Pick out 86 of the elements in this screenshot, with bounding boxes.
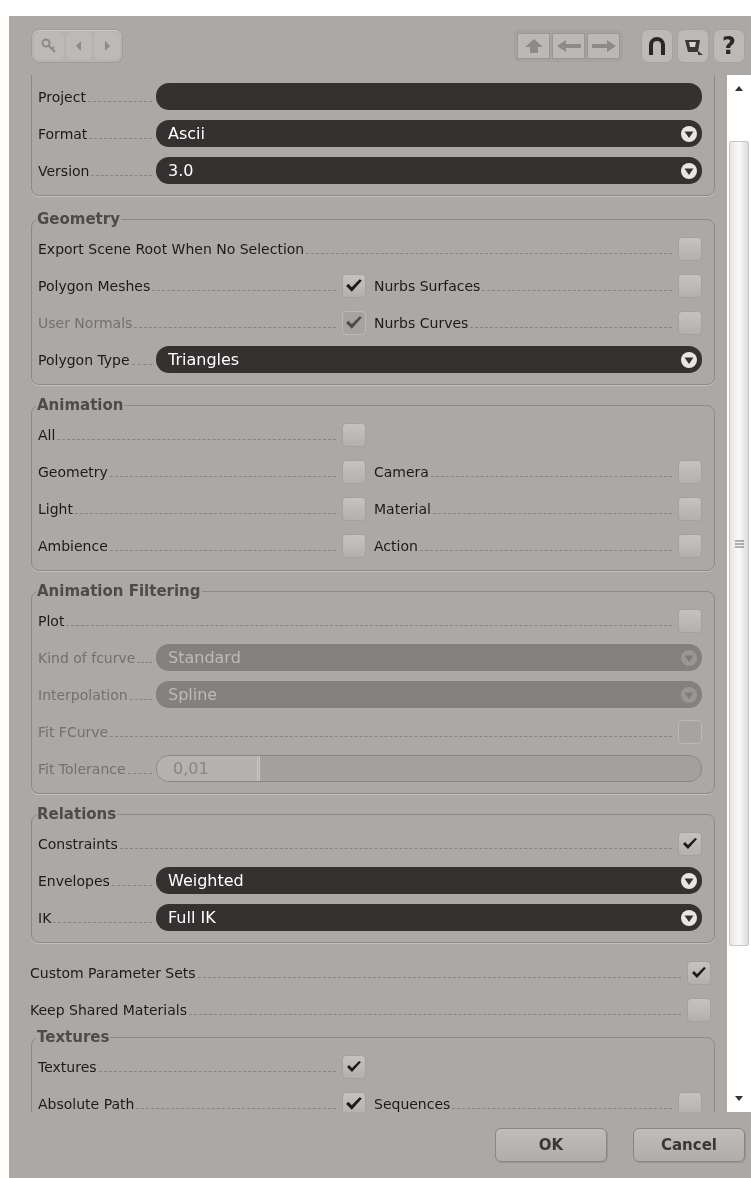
group-title: Textures	[36, 1028, 111, 1046]
group-title: Animation	[36, 396, 125, 414]
option-label: Constraints	[38, 835, 118, 852]
field-label: Envelopes	[38, 872, 110, 889]
checkbox[interactable]	[678, 533, 702, 558]
field-label: Version	[38, 162, 90, 179]
option-label: Export Scene Root When No Selection	[38, 240, 305, 257]
option-label: Textures	[38, 1058, 97, 1075]
key-button[interactable]	[34, 31, 64, 60]
group-title: Relations	[36, 805, 118, 823]
dropdown[interactable]: Weighted	[156, 867, 702, 894]
checkbox[interactable]	[678, 310, 702, 335]
option-label: Plot	[38, 612, 65, 629]
check-icon	[345, 277, 363, 294]
scrollbar[interactable]	[727, 75, 751, 1112]
check-icon	[345, 1095, 363, 1112]
option-label: Nurbs Curves	[374, 314, 469, 331]
check-icon	[346, 1059, 362, 1074]
checkbox[interactable]	[678, 459, 702, 484]
checkbox[interactable]	[678, 1091, 702, 1112]
option-label: Sequences	[374, 1095, 451, 1112]
field-label: Project	[38, 88, 86, 105]
dropdown[interactable]: Triangles	[156, 346, 702, 373]
option-label: All	[38, 426, 56, 443]
field-label: Format	[38, 125, 88, 142]
preset-button[interactable]	[677, 28, 709, 63]
option-label: Fit FCurve	[38, 723, 109, 740]
field-label: Fit Tolerance	[38, 760, 126, 777]
checkbox[interactable]	[342, 1054, 366, 1079]
grip-icon	[734, 539, 744, 548]
option-label: Action	[374, 537, 418, 554]
checkbox[interactable]	[678, 831, 702, 856]
help-button[interactable]: ?	[713, 28, 745, 63]
right-arrow-icon	[590, 38, 617, 53]
option-label: Light	[38, 500, 73, 517]
dropdown[interactable]: 3.0	[156, 157, 702, 184]
dropdown[interactable]: Ascii	[156, 120, 702, 147]
back-button[interactable]	[552, 32, 585, 59]
option-label: Keep Shared Materials	[30, 1001, 187, 1018]
checkbox[interactable]	[342, 273, 366, 298]
field-label: Kind of fcurve	[38, 649, 136, 666]
forward-button[interactable]	[587, 32, 620, 59]
option-label: Nurbs Surfaces	[374, 277, 481, 294]
option-label: Geometry	[38, 463, 108, 480]
option-label: Absolute Path	[38, 1095, 135, 1112]
option-label: User Normals	[38, 314, 133, 331]
field-label: IK	[38, 909, 52, 926]
checkbox[interactable]	[342, 496, 366, 521]
group-title: Geometry	[36, 210, 121, 228]
previous-button[interactable]	[66, 31, 92, 60]
check-icon	[682, 836, 698, 851]
checkbox[interactable]	[342, 533, 366, 558]
left-arrow-icon	[75, 39, 83, 52]
project-field[interactable]	[156, 83, 702, 110]
checkbox[interactable]	[678, 273, 702, 298]
scroll-down-icon	[734, 1096, 744, 1102]
option-label: Polygon Meshes	[38, 277, 151, 294]
checkbox[interactable]	[678, 608, 702, 633]
group-title: Animation Filtering	[36, 582, 202, 600]
check-icon	[345, 314, 363, 331]
up-button[interactable]	[517, 32, 550, 59]
magnet-button[interactable]	[641, 28, 673, 63]
left-arrow-icon	[555, 38, 582, 53]
option-label: Ambience	[38, 537, 108, 554]
checkbox[interactable]	[678, 496, 702, 521]
option-label: Material	[374, 500, 431, 517]
field-label: Interpolation	[38, 686, 128, 703]
checkbox[interactable]	[687, 960, 711, 985]
checkbox[interactable]	[342, 1091, 366, 1112]
option-label: Custom Parameter Sets	[30, 964, 196, 981]
scroll-up-icon	[734, 85, 744, 91]
right-arrow-icon	[103, 39, 111, 52]
checkbox[interactable]	[342, 459, 366, 484]
checkbox[interactable]	[678, 236, 702, 261]
cancel-button[interactable]: Cancel	[633, 1128, 745, 1162]
horseshoe-icon	[647, 34, 667, 57]
scroll-thumb[interactable]	[729, 141, 749, 946]
option-label: Camera	[374, 463, 429, 480]
key-icon	[40, 36, 58, 55]
check-icon	[691, 965, 707, 980]
checkbox[interactable]	[342, 422, 366, 447]
dropdown[interactable]: Full IK	[156, 904, 702, 931]
checkbox[interactable]	[687, 997, 711, 1022]
field-label: Polygon Type	[38, 351, 130, 368]
ok-button[interactable]: OK	[495, 1128, 607, 1162]
next-button[interactable]	[94, 31, 120, 60]
